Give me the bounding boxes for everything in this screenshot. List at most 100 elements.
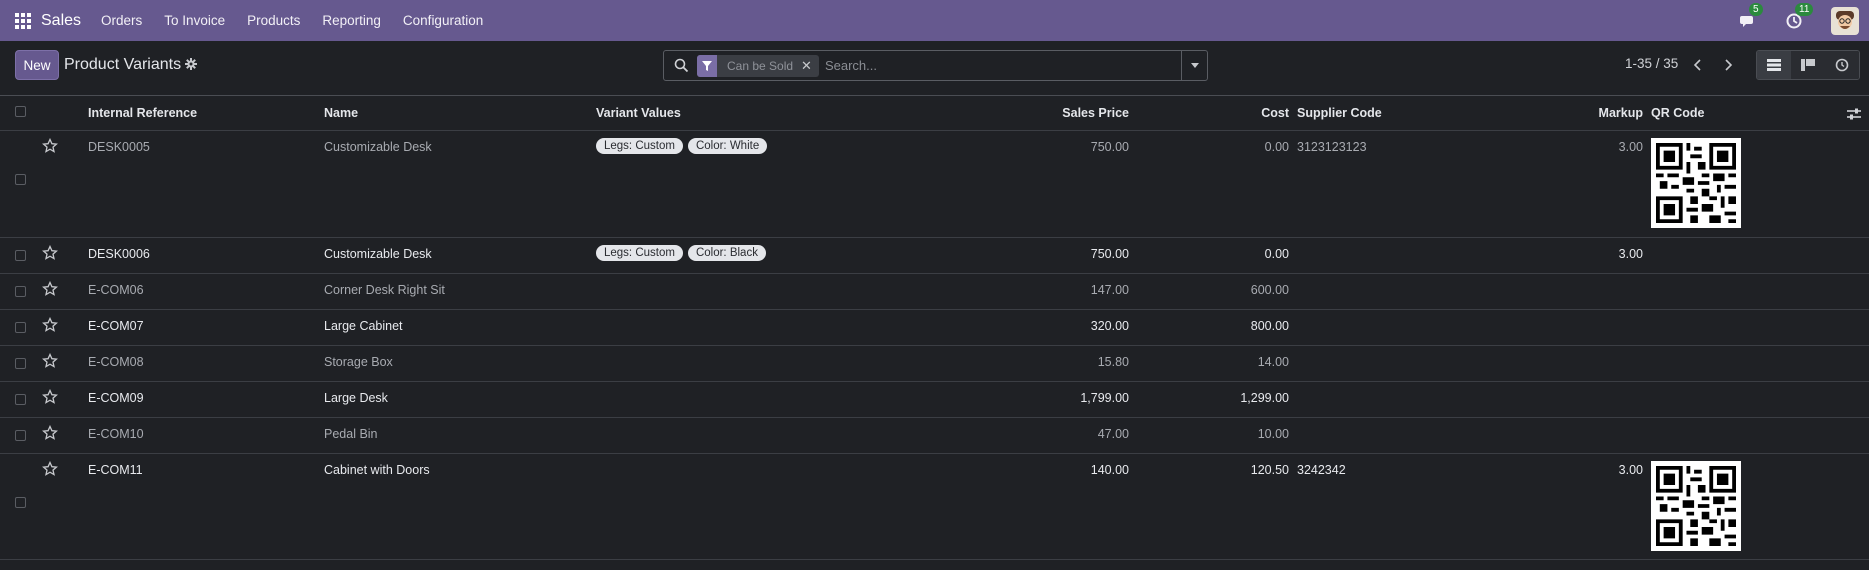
sales-price-cell: 15.80 xyxy=(1097,354,1129,369)
table-row[interactable]: E-COM11 Cabinet with Doors 140.00 120.50 324… xyxy=(0,453,1869,560)
header-variant-values[interactable]: Variant Values xyxy=(596,97,966,131)
star-icon[interactable] xyxy=(42,137,58,154)
cost-cell: 14.00 xyxy=(1257,354,1289,369)
kanban-view-button[interactable] xyxy=(1791,51,1825,79)
messages-button[interactable]: 5 xyxy=(1739,2,1763,30)
markup-cell xyxy=(1447,418,1643,427)
header-internal-reference[interactable]: Internal Reference xyxy=(88,97,324,131)
table-row[interactable]: E-COM07 Large Cabinet 320.00 800.00 xyxy=(0,309,1869,346)
star-icon[interactable] xyxy=(42,388,58,405)
row-checkbox[interactable] xyxy=(15,321,26,333)
search-input[interactable] xyxy=(824,58,1181,73)
star-icon[interactable] xyxy=(42,316,58,333)
header-sales-price[interactable]: Sales Price xyxy=(966,97,1137,131)
row-checkbox[interactable] xyxy=(15,357,26,369)
new-button[interactable]: New xyxy=(15,50,59,80)
table-row[interactable]: DESK0006 Customizable Desk Legs: Custom Col… xyxy=(0,237,1869,274)
qr-code-cell xyxy=(1651,454,1869,551)
filter-facet-label: Can be Sold xyxy=(727,58,794,73)
star-icon[interactable] xyxy=(42,460,58,477)
variant-values-cell xyxy=(596,274,966,281)
star-icon[interactable] xyxy=(42,352,58,369)
search-icon[interactable] xyxy=(674,58,689,73)
header-markup[interactable]: Markup xyxy=(1447,97,1651,131)
header-name[interactable]: Name xyxy=(324,97,596,131)
filter-icon xyxy=(697,54,717,77)
search-options-toggle[interactable] xyxy=(1181,51,1207,80)
gear-icon[interactable] xyxy=(185,58,197,70)
clock-icon xyxy=(1835,58,1849,72)
cost-cell: 600.00 xyxy=(1250,282,1289,297)
qr-code-image xyxy=(1651,460,1741,551)
chevron-left-icon xyxy=(1693,59,1701,71)
qr-code-cell xyxy=(1651,418,1869,425)
supplier-code-cell xyxy=(1297,346,1447,355)
table-header-row: Internal Reference Name Variant Values S… xyxy=(0,97,1869,131)
page-title: Product Variants xyxy=(64,56,182,73)
name-cell: Pedal Bin xyxy=(324,426,378,441)
row-checkbox[interactable] xyxy=(15,249,26,261)
header-qr-code[interactable]: QR Code xyxy=(1651,97,1869,131)
row-checkbox[interactable] xyxy=(15,496,26,508)
row-checkbox[interactable] xyxy=(15,285,26,297)
variant-values-cell: Legs: Custom Color: White xyxy=(596,131,966,154)
activities-button[interactable]: 11 xyxy=(1785,2,1814,30)
internal-reference-cell: DESK0005 xyxy=(88,139,150,154)
qr-code-cell xyxy=(1651,382,1869,389)
select-all-checkbox[interactable] xyxy=(15,106,26,118)
markup-cell xyxy=(1447,382,1643,391)
pager-previous-button[interactable] xyxy=(1684,51,1712,79)
table-row[interactable]: E-COM09 Large Desk 1,799.00 1,299.00 xyxy=(0,381,1869,418)
row-checkbox[interactable] xyxy=(15,173,26,185)
markup-cell xyxy=(1447,346,1643,355)
markup-cell xyxy=(1447,310,1643,319)
list-view-button[interactable] xyxy=(1757,51,1791,79)
pager-value[interactable]: 1-35 / 35 xyxy=(1625,56,1678,71)
variant-values-cell xyxy=(596,310,966,317)
menu-products[interactable]: Products xyxy=(247,13,300,28)
sales-price-cell: 140.00 xyxy=(1090,462,1129,477)
header-cost[interactable]: Cost xyxy=(1137,97,1297,131)
filter-facet[interactable]: Can be Sold ✕ xyxy=(697,54,819,77)
remove-facet-icon[interactable]: ✕ xyxy=(801,58,819,74)
supplier-code-cell: 3242342 xyxy=(1297,462,1346,477)
pager-next-button[interactable] xyxy=(1714,51,1742,79)
supplier-code-cell xyxy=(1297,382,1447,391)
column-options-icon[interactable] xyxy=(1847,108,1861,120)
table-row[interactable]: E-COM08 Storage Box 15.80 14.00 xyxy=(0,345,1869,382)
table-row[interactable]: E-COM10 Pedal Bin 47.00 10.00 xyxy=(0,417,1869,454)
menu-orders[interactable]: Orders xyxy=(101,13,142,28)
activity-view-button[interactable] xyxy=(1825,51,1859,79)
table-row[interactable]: DESK0005 Customizable Desk Legs: Custom Col… xyxy=(0,130,1869,238)
table-row[interactable]: E-COM06 Corner Desk Right Sit 147.00 600.00 xyxy=(0,273,1869,310)
star-icon[interactable] xyxy=(42,424,58,441)
header-supplier-code[interactable]: Supplier Code xyxy=(1297,97,1447,131)
messages-badge: 5 xyxy=(1749,2,1763,16)
star-icon[interactable] xyxy=(42,280,58,297)
variant-values-cell: Legs: Custom Color: Black xyxy=(596,238,966,261)
internal-reference-cell: E-COM08 xyxy=(88,354,144,369)
qr-code-cell xyxy=(1651,274,1869,281)
name-cell: Storage Box xyxy=(324,354,393,369)
user-avatar[interactable] xyxy=(1831,6,1859,35)
variant-values-cell xyxy=(596,346,966,353)
name-cell: Customizable Desk xyxy=(324,139,432,154)
avatar-face-icon xyxy=(1836,10,1854,29)
qr-code-cell xyxy=(1651,346,1869,353)
row-checkbox[interactable] xyxy=(15,429,26,441)
internal-reference-cell: E-COM11 xyxy=(88,462,143,477)
app-name[interactable]: Sales xyxy=(41,12,81,30)
product-variants-table: Internal Reference Name Variant Values S… xyxy=(0,97,1869,560)
star-icon[interactable] xyxy=(42,244,58,261)
menu-to-invoice[interactable]: To Invoice xyxy=(164,13,225,28)
top-navbar: Sales Orders To Invoice Products Reporti… xyxy=(0,0,1869,41)
apps-grid-icon[interactable] xyxy=(15,12,31,29)
sales-price-cell: 1,799.00 xyxy=(1080,390,1129,405)
qr-code-image xyxy=(1651,137,1741,228)
menu-reporting[interactable]: Reporting xyxy=(322,13,381,28)
cost-cell: 800.00 xyxy=(1250,318,1289,333)
menu-configuration[interactable]: Configuration xyxy=(403,13,483,28)
view-switcher xyxy=(1756,50,1860,80)
variant-value-tag: Color: White xyxy=(687,137,768,154)
row-checkbox[interactable] xyxy=(15,393,26,405)
